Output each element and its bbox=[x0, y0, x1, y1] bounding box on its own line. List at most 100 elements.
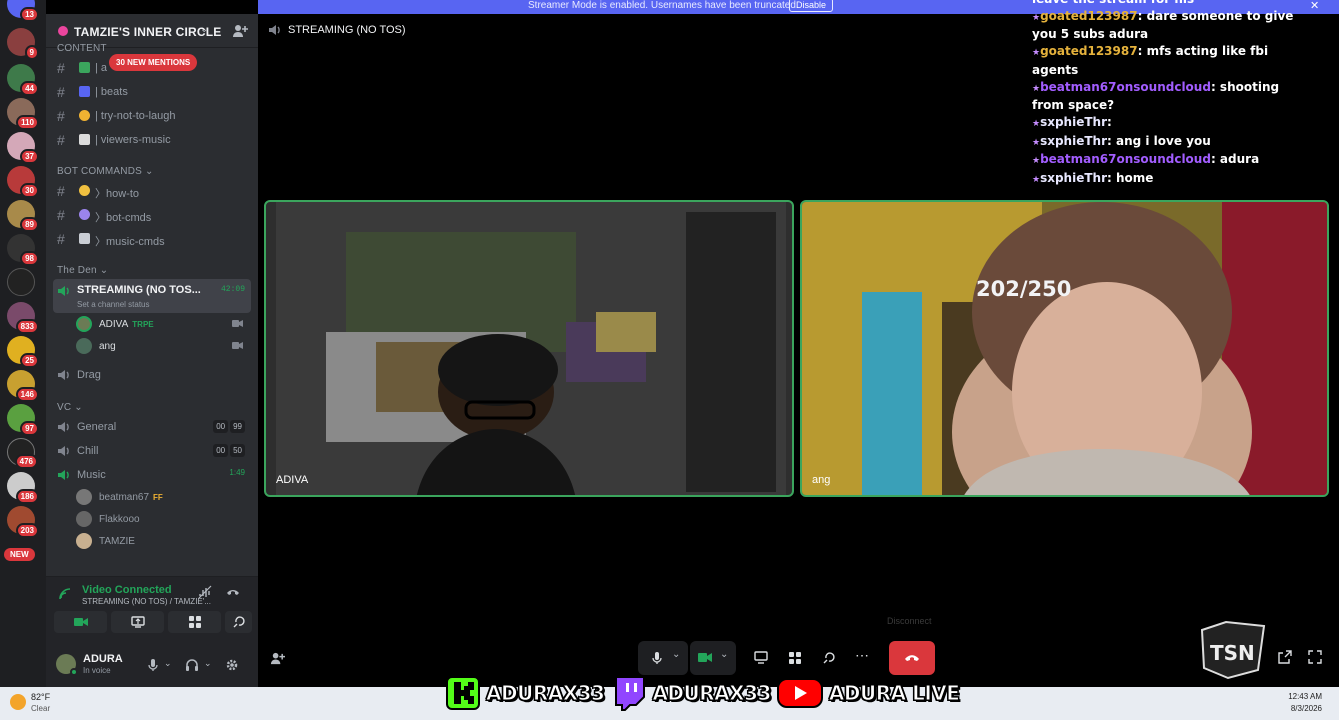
voice-channel-link[interactable]: STREAMING (NO TOS) / TAMZIE'... bbox=[82, 597, 211, 606]
badge: 110 bbox=[16, 115, 39, 130]
discord-home-icon[interactable]: 13 bbox=[7, 0, 39, 22]
activities-button[interactable] bbox=[168, 611, 221, 633]
camera-button[interactable]: ⌄ bbox=[690, 641, 736, 675]
hash-icon: # bbox=[57, 60, 65, 76]
weather-sun-icon[interactable] bbox=[10, 694, 26, 710]
tsn-logo-icon: TSN bbox=[1200, 620, 1266, 680]
chat-text: ang i love you bbox=[1115, 133, 1211, 148]
channel-item[interactable]: # | viewers-music bbox=[53, 129, 251, 151]
chat-username: sxphieThr bbox=[1040, 133, 1107, 148]
user-limit: 00 50 bbox=[213, 444, 245, 457]
server-icon[interactable]: 146 bbox=[7, 370, 39, 402]
chevron-down-icon[interactable]: ⌄ bbox=[204, 658, 218, 672]
screen-share-button[interactable] bbox=[111, 611, 164, 633]
server-icon[interactable]: 110 bbox=[7, 98, 39, 130]
server-icon[interactable]: 97 bbox=[7, 404, 39, 436]
svg-text:TSN: TSN bbox=[1210, 641, 1255, 665]
weather-temperature[interactable]: 82°F bbox=[31, 692, 50, 702]
camera-button[interactable] bbox=[54, 611, 107, 633]
category-label: The Den bbox=[57, 265, 97, 276]
chevron-down-icon: ⌄ bbox=[200, 24, 209, 35]
sub-badge-icon: ★ bbox=[1032, 156, 1041, 167]
sub-badge-icon: ★ bbox=[1032, 12, 1041, 23]
hash-icon: # bbox=[57, 231, 65, 247]
gear-icon[interactable] bbox=[225, 658, 239, 672]
camera-icon bbox=[73, 618, 88, 626]
kick-handle: ADURAX33 bbox=[485, 681, 605, 706]
server-icon[interactable]: 89 bbox=[7, 200, 39, 232]
channel-item[interactable]: # | beats bbox=[53, 81, 251, 103]
chat-message: leave the stream for his bbox=[1032, 0, 1312, 8]
video-tile-adiva[interactable]: ADIVA bbox=[264, 200, 794, 497]
server-icon[interactable]: 9 bbox=[7, 28, 39, 60]
clock-date[interactable]: 8/3/2026 bbox=[1282, 704, 1322, 713]
chat-message: ★sxphieThr: bbox=[1032, 114, 1312, 133]
channel-timer: 42:09 bbox=[220, 285, 245, 294]
new-badge: NEW bbox=[4, 548, 35, 561]
youtube-handle: ADURA LIVE bbox=[828, 681, 960, 706]
hash-icon: # bbox=[57, 183, 65, 199]
add-user-icon[interactable] bbox=[270, 651, 285, 666]
webcam-feed bbox=[802, 202, 1327, 495]
soundboard-button[interactable] bbox=[816, 641, 842, 675]
microphone-button[interactable]: ⌄ bbox=[638, 641, 688, 675]
screen-share-button[interactable] bbox=[748, 641, 774, 675]
channel-item[interactable]: # 〉bot-cmds bbox=[53, 204, 251, 226]
server-icon[interactable]: 203 bbox=[7, 506, 39, 538]
voice-channel-music[interactable]: Music 1:49 bbox=[53, 464, 251, 486]
chevron-down-icon[interactable]: ⌄ bbox=[720, 649, 728, 660]
disconnect-icon[interactable] bbox=[226, 587, 240, 597]
microphone-icon bbox=[652, 652, 662, 664]
voice-channel-chill[interactable]: Chill 00 50 bbox=[53, 440, 251, 462]
headphones-icon[interactable] bbox=[185, 658, 199, 672]
chat-username: beatman67onsoundcloud bbox=[1040, 152, 1211, 167]
microphone-icon[interactable] bbox=[146, 658, 160, 672]
noise-suppression-icon[interactable] bbox=[198, 585, 212, 599]
category-the-den[interactable]: The Den ⌄ bbox=[57, 265, 108, 276]
popout-icon[interactable] bbox=[1278, 650, 1292, 664]
server-icon[interactable] bbox=[7, 268, 35, 296]
badge: 13 bbox=[20, 7, 39, 22]
user-max: 50 bbox=[230, 444, 245, 457]
channel-item[interactable]: # 〉music-cmds bbox=[53, 228, 251, 250]
server-logo-icon bbox=[58, 26, 68, 36]
server-icon[interactable]: 833 bbox=[7, 302, 39, 334]
disable-button[interactable]: Disable bbox=[789, 0, 834, 12]
server-icon[interactable]: 476 bbox=[7, 438, 38, 469]
sub-badge-icon: ★ bbox=[1032, 48, 1041, 59]
chat-separator: : bbox=[1107, 171, 1116, 186]
add-user-icon[interactable] bbox=[232, 23, 248, 39]
clock-time[interactable]: 12:43 AM bbox=[1282, 692, 1322, 701]
active-voice-channel[interactable]: STREAMING (NO TOS... 42:09 Set a channel… bbox=[53, 279, 251, 313]
channel-item[interactable]: # | a bbox=[53, 57, 251, 79]
chevron-down-icon[interactable]: ⌄ bbox=[672, 649, 680, 660]
badge: 30 bbox=[20, 183, 39, 198]
fullscreen-icon[interactable] bbox=[1308, 650, 1322, 664]
category-bot-commands[interactable]: BOT COMMANDS ⌄ bbox=[57, 166, 154, 177]
chevron-down-icon[interactable]: ⌄ bbox=[164, 658, 178, 672]
video-tile-ang[interactable]: ang bbox=[800, 200, 1329, 497]
server-icon[interactable]: 98 bbox=[7, 234, 39, 266]
soundboard-button[interactable] bbox=[225, 611, 252, 633]
channel-item[interactable]: # | try-not-to-laugh bbox=[53, 105, 251, 127]
user-count: 00 bbox=[213, 420, 229, 433]
soundboard-icon bbox=[823, 652, 835, 664]
voice-channel-drag[interactable]: Drag bbox=[53, 364, 251, 386]
server-icon[interactable]: 186 bbox=[7, 472, 39, 504]
category-vc[interactable]: VC ⌄ bbox=[57, 402, 83, 413]
hash-icon: # bbox=[57, 84, 65, 100]
server-icon[interactable]: 30 bbox=[7, 166, 39, 198]
more-options-button[interactable]: ⋯ bbox=[850, 641, 876, 675]
category-content[interactable]: CONTENT bbox=[57, 43, 107, 54]
activities-button[interactable] bbox=[782, 641, 808, 675]
channel-status-prompt[interactable]: Set a channel status bbox=[77, 300, 150, 309]
server-icon[interactable]: 25 bbox=[7, 336, 39, 368]
camera-icon bbox=[698, 653, 712, 662]
voice-status-title: Video Connected bbox=[82, 584, 172, 596]
chat-username: sxphieThr bbox=[1040, 114, 1107, 129]
server-icon[interactable]: 44 bbox=[7, 64, 39, 96]
disconnect-button[interactable] bbox=[889, 641, 935, 675]
voice-channel-general[interactable]: General 00 99 bbox=[53, 416, 251, 438]
server-icon[interactable]: 37 bbox=[7, 132, 39, 164]
channel-item[interactable]: # 〉how-to bbox=[53, 180, 251, 202]
